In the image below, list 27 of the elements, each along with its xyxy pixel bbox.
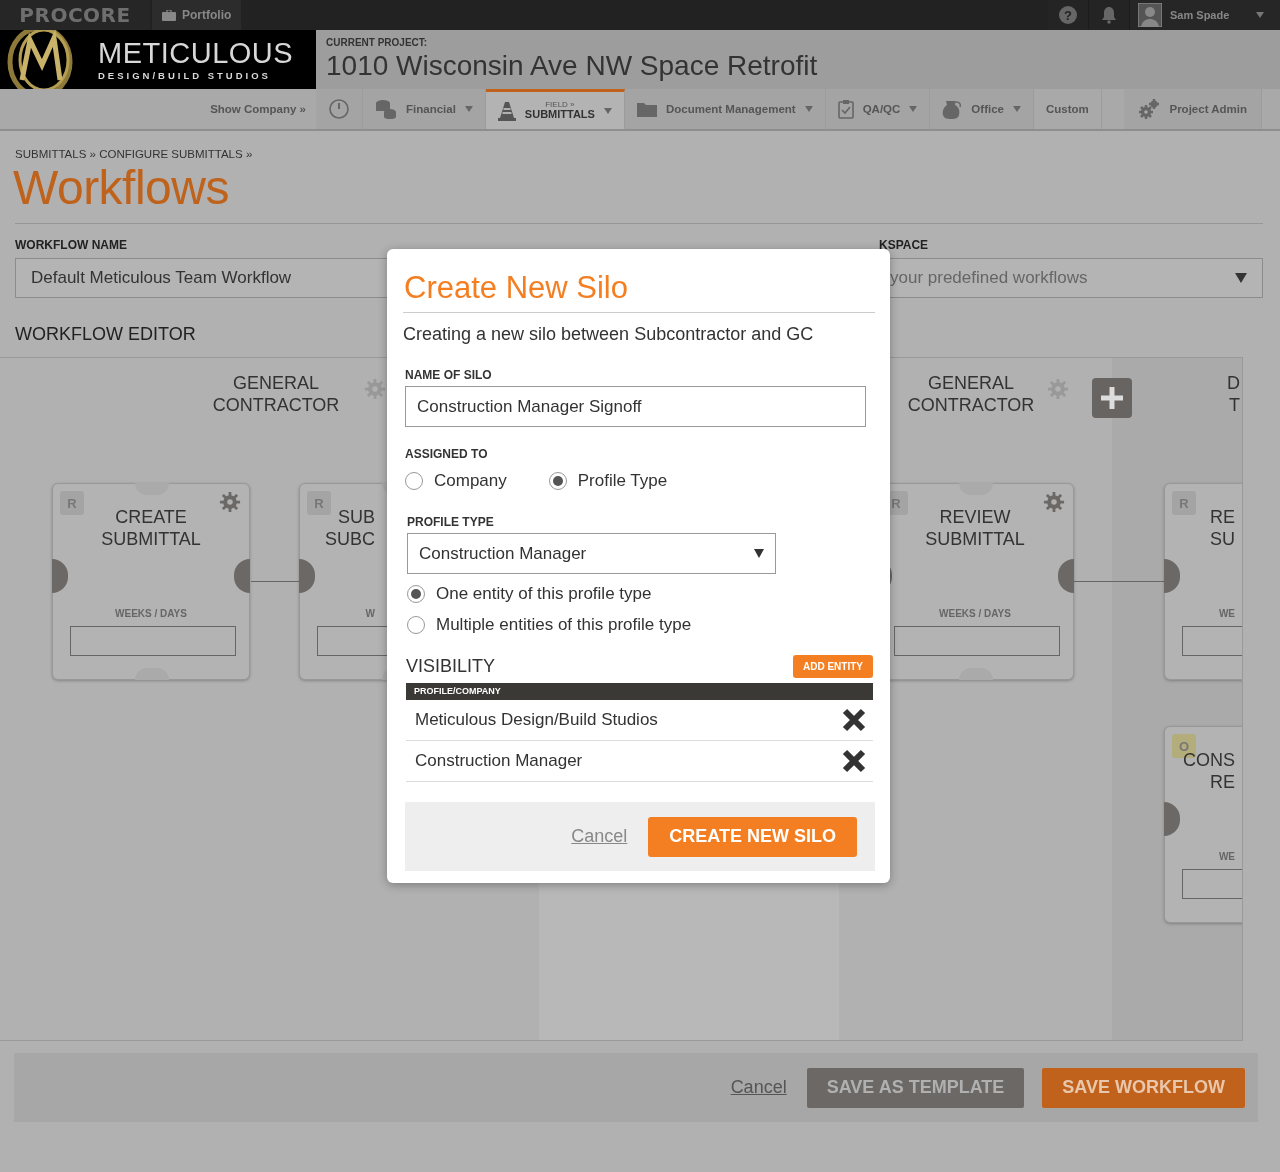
column-heading: D T (1227, 372, 1240, 416)
duration-label: WE (1218, 608, 1235, 619)
field-label: KSPACE (879, 238, 929, 252)
table-cell: Construction Manager (415, 751, 583, 771)
dialog-description: Creating a new silo between Subcontractor and GC (403, 324, 815, 345)
duration-label: W (365, 608, 375, 619)
column-heading: GENERAL CONTRACTOR (906, 372, 1036, 416)
duration-label: WEEKS / DAYS (115, 608, 187, 619)
table-cell: Meticulous Design/Build Studios (415, 710, 658, 730)
breadcrumb: SUBMITTALS » CONFIGURE SUBMITTALS » (15, 148, 254, 160)
field-label: NAME OF SILO (405, 368, 493, 382)
column-heading: GENERAL CONTRACTOR (211, 372, 341, 416)
duration-label: WE (1218, 851, 1235, 862)
field-label: PROFILE TYPE (407, 515, 495, 529)
field-label: WORKFLOW NAME (15, 238, 128, 253)
section-title: VISIBILITY (406, 656, 496, 677)
table-header: PROFILE/COMPANY (406, 683, 873, 700)
field-label: ASSIGNED TO (405, 447, 489, 461)
company-name: METICULOUS (98, 38, 294, 68)
duration-label: WEEKS / DAYS (939, 608, 1011, 619)
card-title: REVIEW SUBMITTAL (925, 507, 1025, 549)
company-tagline: DESIGN/BUILD STUDIOS (98, 69, 272, 81)
page-title: Workflows (13, 162, 230, 214)
card-title: CREATE SUBMITTAL (101, 507, 201, 549)
section-title: WORKFLOW EDITOR (15, 324, 196, 344)
card-title: RE SU (1210, 507, 1235, 549)
project-label: CURRENT PROJECT: (326, 37, 429, 48)
